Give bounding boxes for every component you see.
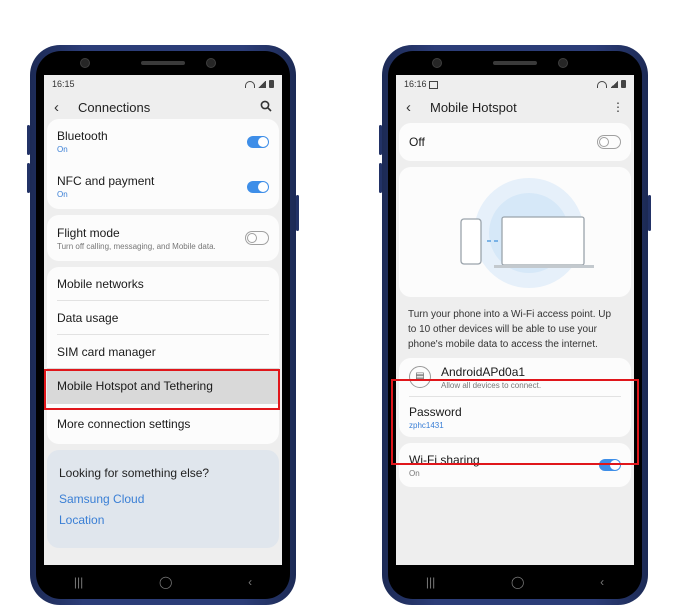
connectivity-card: Bluetooth On NFC and payment On — [47, 119, 279, 209]
recents-icon[interactable]: ||| — [426, 575, 435, 589]
bluetooth-label: Bluetooth — [57, 129, 108, 143]
volume-down-button — [27, 163, 30, 193]
volume-up-button — [379, 125, 382, 155]
mobile-networks-row[interactable]: Mobile networks — [47, 267, 279, 300]
flight-mode-label: Flight mode — [57, 225, 120, 240]
status-time: 16:15 — [52, 79, 75, 89]
app-bar: ‹ Mobile Hotspot ⋮ — [396, 91, 634, 123]
nfc-label: NFC and payment — [57, 174, 155, 188]
phone-bezel: 16:16 ‹ Mobile Hotspot ⋮ Off Turn your p… — [388, 51, 642, 599]
flight-mode-sub: Turn off calling, messaging, and Mobile … — [57, 241, 216, 251]
more-options-icon[interactable]: ⋮ — [612, 100, 624, 114]
battery-icon — [269, 80, 274, 88]
nav-bar: ||| ◯ ‹ — [36, 571, 290, 593]
status-bar: 16:16 — [396, 75, 634, 91]
status-bar: 16:15 — [44, 75, 282, 91]
home-icon[interactable]: ◯ — [511, 575, 524, 589]
nfc-row[interactable]: NFC and payment On — [47, 164, 279, 209]
hotspot-illustration — [399, 167, 631, 297]
search-icon[interactable] — [260, 100, 272, 115]
status-time: 16:16 — [404, 79, 439, 89]
camera-icon — [206, 58, 216, 68]
phone-topbar — [388, 51, 642, 77]
sim-manager-row[interactable]: SIM card manager — [47, 335, 279, 368]
wifi-icon — [245, 80, 255, 88]
camera-icon — [558, 58, 568, 68]
location-link[interactable]: Location — [59, 513, 267, 527]
sim-manager-label: SIM card manager — [57, 344, 156, 359]
hotspot-toggle-card: Off — [399, 123, 631, 161]
power-button — [296, 195, 299, 231]
network-name: AndroidAPd0a1 — [441, 364, 526, 379]
sensor-icon — [432, 58, 442, 68]
network-card: Mobile networks Data usage SIM card mana… — [47, 267, 279, 444]
status-icons — [597, 80, 626, 88]
page-title: Mobile Hotspot — [430, 99, 517, 115]
phone-frame-right: 16:16 ‹ Mobile Hotspot ⋮ Off Turn your p… — [379, 45, 651, 605]
nfc-toggle[interactable] — [247, 180, 269, 193]
more-connection-settings-label: More connection settings — [57, 417, 191, 431]
data-usage-label: Data usage — [57, 310, 119, 325]
status-icons — [245, 80, 274, 88]
screen-mobile-hotspot: 16:16 ‹ Mobile Hotspot ⋮ Off Turn your p… — [396, 75, 634, 565]
hotspot-description: Turn your phone into a Wi-Fi access poin… — [408, 309, 612, 350]
screen-connections: 16:15 ‹ Connections Bluetooth On NFC and… — [44, 75, 282, 565]
wifi-icon — [597, 80, 607, 88]
nav-bar: ||| ◯ ‹ — [388, 571, 642, 593]
flight-mode-toggle[interactable] — [245, 231, 269, 245]
wifi-sharing-status: On — [409, 468, 420, 478]
more-connection-settings-row[interactable]: More connection settings — [47, 404, 279, 444]
hotspot-master-row[interactable]: Off — [399, 123, 631, 161]
back-icon[interactable]: ‹ — [248, 575, 252, 589]
highlight-network-details — [391, 379, 639, 465]
flight-card: Flight mode Turn off calling, messaging,… — [47, 215, 279, 261]
back-arrow-icon[interactable]: ‹ — [54, 99, 72, 116]
hotspot-toggle[interactable] — [597, 135, 621, 149]
looking-heading: Looking for something else? — [59, 466, 210, 480]
looking-for-card: Looking for something else? Samsung Clou… — [47, 450, 279, 548]
bluetooth-status: On — [57, 145, 68, 154]
sensor-icon — [80, 58, 90, 68]
bluetooth-row[interactable]: Bluetooth On — [47, 119, 279, 164]
earpiece — [141, 61, 185, 65]
devices-illustration — [460, 178, 594, 288]
nfc-status: On — [57, 190, 68, 199]
volume-down-button — [379, 163, 382, 193]
phone-bezel: 16:15 ‹ Connections Bluetooth On NFC and… — [36, 51, 290, 599]
home-icon[interactable]: ◯ — [159, 575, 172, 589]
flight-mode-row[interactable]: Flight mode Turn off calling, messaging,… — [47, 215, 279, 261]
recents-icon[interactable]: ||| — [74, 575, 83, 589]
signal-icon — [258, 80, 266, 88]
battery-icon — [621, 80, 626, 88]
back-arrow-icon[interactable]: ‹ — [406, 99, 424, 116]
hotspot-info-card — [399, 167, 631, 297]
mobile-networks-label: Mobile networks — [57, 276, 144, 291]
signal-icon — [610, 80, 618, 88]
samsung-cloud-link[interactable]: Samsung Cloud — [59, 492, 267, 506]
phone-frame-left: 16:15 ‹ Connections Bluetooth On NFC and… — [27, 45, 299, 605]
volume-up-button — [27, 125, 30, 155]
highlight-hotspot-row — [44, 369, 280, 410]
page-title: Connections — [78, 99, 151, 115]
power-button — [648, 195, 651, 231]
bluetooth-toggle[interactable] — [247, 135, 269, 148]
gallery-notification-icon — [429, 80, 439, 89]
back-icon[interactable]: ‹ — [600, 575, 604, 589]
earpiece — [493, 61, 537, 65]
phone-topbar — [36, 51, 290, 77]
data-usage-row[interactable]: Data usage — [47, 301, 279, 334]
hotspot-state-label: Off — [409, 135, 425, 149]
